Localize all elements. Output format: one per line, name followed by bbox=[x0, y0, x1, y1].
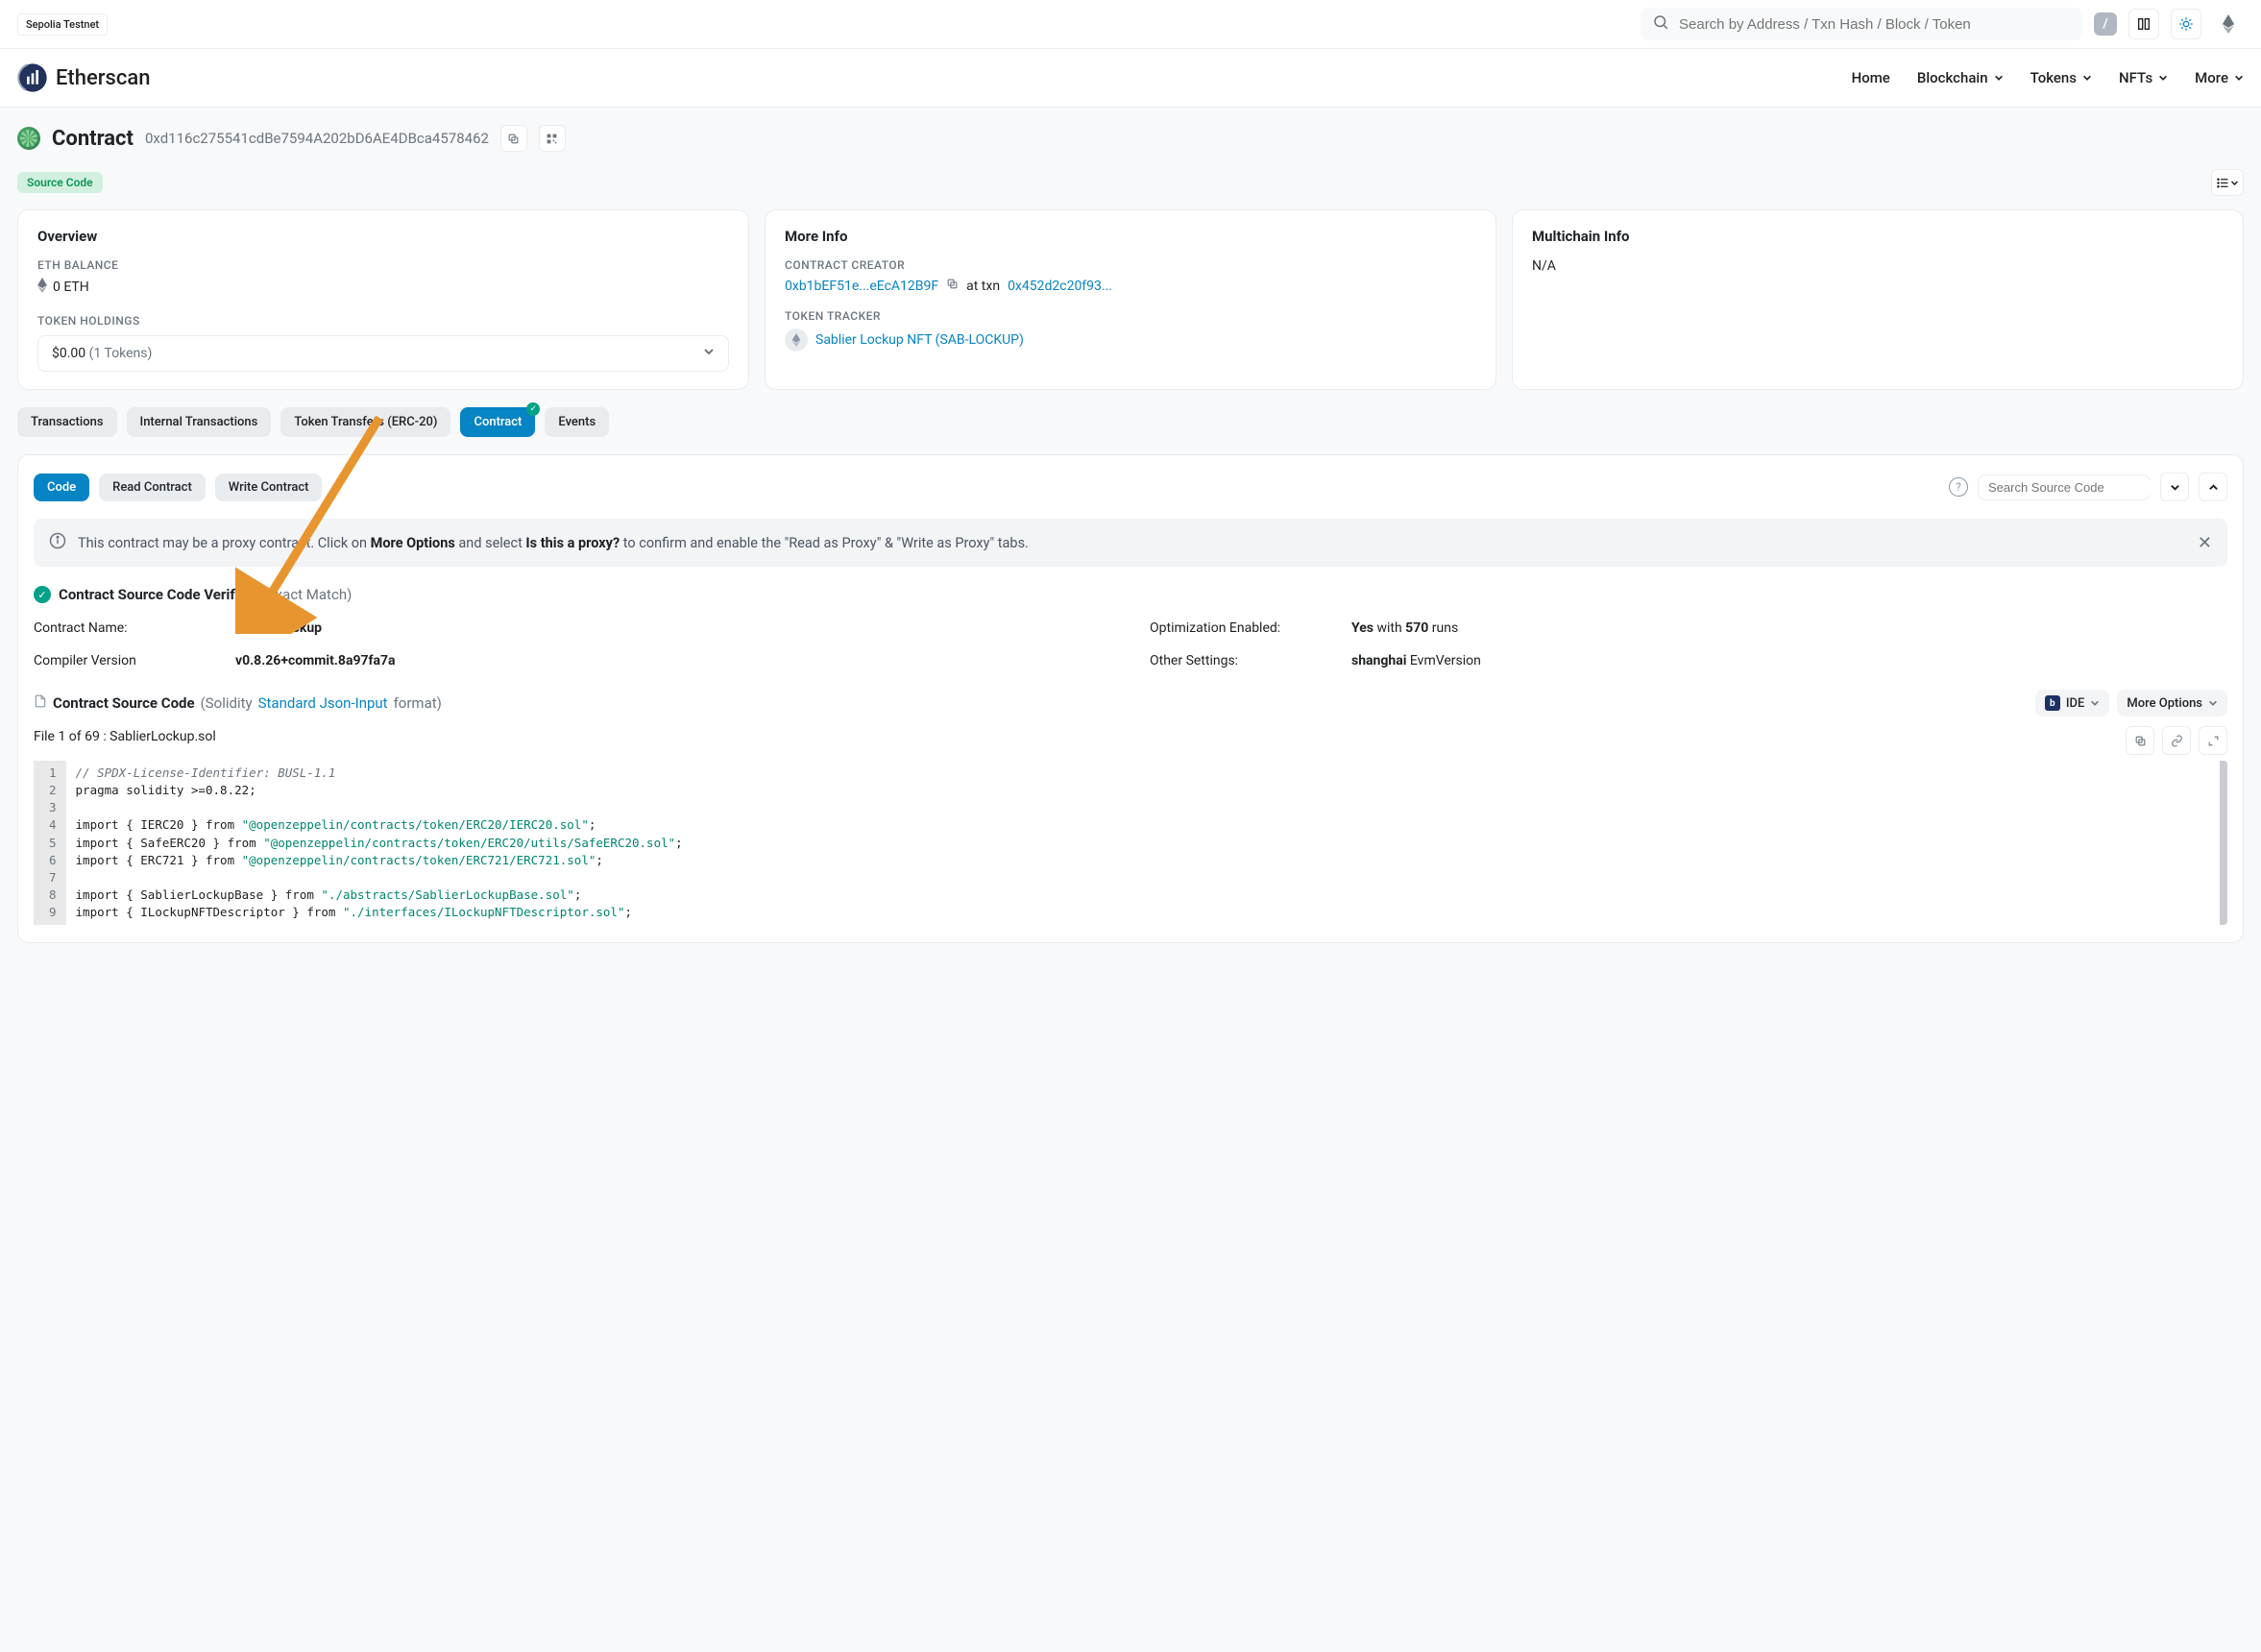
eth-icon[interactable] bbox=[2213, 9, 2244, 39]
optimization-label: Optimization Enabled: bbox=[1150, 620, 1351, 636]
search-prev-button[interactable] bbox=[2199, 473, 2227, 501]
overview-card: Overview ETH BALANCE 0 ETH TOKEN HOLDING… bbox=[17, 209, 749, 390]
contract-identicon bbox=[17, 127, 40, 150]
chevron-down-icon bbox=[1994, 69, 2004, 86]
search-kbd: / bbox=[2094, 12, 2117, 36]
at-txn-label: at txn bbox=[966, 279, 1000, 294]
code-gutter: 123456789 bbox=[34, 761, 66, 925]
multichain-heading: Multichain Info bbox=[1532, 228, 2224, 245]
view-options-button[interactable] bbox=[2211, 169, 2244, 196]
verified-label: Contract Source Code Verified bbox=[59, 586, 255, 603]
qr-button[interactable] bbox=[539, 125, 566, 152]
copy-code-button[interactable] bbox=[2126, 726, 2154, 755]
eth-diamond-icon bbox=[37, 278, 47, 297]
theme-icon[interactable] bbox=[2171, 9, 2201, 39]
chevron-down-icon bbox=[703, 346, 715, 361]
brand-logo[interactable]: Etherscan bbox=[17, 62, 150, 93]
tab-transfers[interactable]: Token Transfers (ERC-20) bbox=[280, 407, 450, 437]
search-next-button[interactable] bbox=[2160, 473, 2189, 501]
tab-internal[interactable]: Internal Transactions bbox=[127, 407, 272, 437]
creator-address-link[interactable]: 0xb1bEF51e...eEcA12B9F bbox=[785, 279, 938, 294]
subtab-write[interactable]: Write Contract bbox=[215, 474, 323, 501]
chevron-down-icon bbox=[2082, 69, 2092, 86]
nav-nfts[interactable]: NFTs bbox=[2119, 69, 2168, 86]
close-notice-button[interactable]: ✕ bbox=[2198, 533, 2212, 553]
code-content: // SPDX-License-Identifier: BUSL-1.1 pra… bbox=[66, 761, 2220, 925]
other-settings-value: shanghai EvmVersion bbox=[1351, 653, 1481, 668]
docs-icon[interactable] bbox=[2128, 9, 2159, 39]
search-input[interactable] bbox=[1679, 16, 2071, 33]
tab-transactions[interactable]: Transactions bbox=[17, 407, 117, 437]
optimization-value: Yes with 570 runs bbox=[1351, 620, 1458, 636]
contract-name-label: Contract Name: bbox=[34, 620, 235, 636]
search-icon bbox=[1652, 13, 1669, 35]
multichain-value: N/A bbox=[1532, 258, 2224, 274]
source-search-input[interactable] bbox=[1988, 480, 2157, 495]
balance-label: ETH BALANCE bbox=[37, 258, 729, 272]
verified-match: (Exact Match) bbox=[262, 586, 352, 603]
compiler-label: Compiler Version bbox=[34, 653, 235, 668]
more-info-heading: More Info bbox=[785, 228, 1476, 245]
compiler-value: v0.8.26+commit.8a97fa7a bbox=[235, 653, 396, 668]
source-code-title: Contract Source Code bbox=[53, 694, 195, 712]
help-icon[interactable]: ? bbox=[1949, 477, 1968, 497]
global-search[interactable] bbox=[1641, 8, 2082, 40]
holdings-label: TOKEN HOLDINGS bbox=[37, 314, 729, 328]
source-code-badge[interactable]: Source Code bbox=[17, 172, 103, 193]
tracker-label: TOKEN TRACKER bbox=[785, 309, 1476, 323]
ide-logo-icon: b bbox=[2045, 695, 2060, 711]
permalink-button[interactable] bbox=[2162, 726, 2191, 755]
creator-txn-link[interactable]: 0x452d2c20f93... bbox=[1008, 279, 1112, 294]
overview-heading: Overview bbox=[37, 228, 729, 245]
ide-dropdown[interactable]: bIDE bbox=[2035, 690, 2110, 717]
creator-label: CONTRACT CREATOR bbox=[785, 258, 1476, 272]
json-input-link[interactable]: Standard Json-Input bbox=[258, 694, 388, 712]
subtab-code[interactable]: Code bbox=[34, 474, 89, 501]
verified-check-icon: ✓ bbox=[526, 402, 540, 416]
brand-name: Etherscan bbox=[56, 66, 150, 90]
more-info-card: More Info CONTRACT CREATOR 0xb1bEF51e...… bbox=[765, 209, 1496, 390]
verified-check-icon: ✓ bbox=[34, 586, 51, 603]
contract-name-value: SablierLockup bbox=[235, 620, 322, 636]
token-icon bbox=[785, 328, 808, 352]
balance-value: 0 ETH bbox=[53, 279, 89, 295]
page-title: Contract bbox=[52, 127, 134, 151]
tab-events[interactable]: Events bbox=[545, 407, 609, 437]
info-icon bbox=[49, 532, 66, 553]
other-settings-label: Other Settings: bbox=[1150, 653, 1351, 668]
etherscan-logo-icon bbox=[17, 62, 48, 93]
contract-address: 0xd116c275541cdBe7594A202bD6AE4DBca45784… bbox=[145, 130, 489, 147]
chevron-down-icon bbox=[2234, 69, 2244, 86]
file-counter: File 1 of 69 : SablierLockup.sol bbox=[34, 729, 216, 744]
source-search-field[interactable] bbox=[1978, 474, 2151, 500]
token-holdings-dropdown[interactable]: $0.00 (1 Tokens) bbox=[37, 335, 729, 372]
more-options-dropdown[interactable]: More Options bbox=[2117, 690, 2227, 717]
multichain-card: Multichain Info N/A bbox=[1512, 209, 2244, 390]
copy-creator-button[interactable] bbox=[946, 278, 959, 294]
token-tracker-link[interactable]: Sablier Lockup NFT (SAB-LOCKUP) bbox=[815, 332, 1024, 348]
nav-blockchain[interactable]: Blockchain bbox=[1917, 69, 2004, 86]
nav-more[interactable]: More bbox=[2195, 69, 2244, 86]
testnet-badge[interactable]: Sepolia Testnet bbox=[17, 13, 108, 36]
subtab-read[interactable]: Read Contract bbox=[99, 474, 206, 501]
expand-button[interactable] bbox=[2199, 726, 2227, 755]
file-icon bbox=[34, 693, 47, 713]
proxy-notice: This contract may be a proxy contract. C… bbox=[34, 519, 2227, 567]
code-editor[interactable]: 123456789 // SPDX-License-Identifier: BU… bbox=[34, 761, 2227, 925]
nav-home[interactable]: Home bbox=[1852, 69, 1890, 86]
chevron-down-icon bbox=[2158, 69, 2168, 86]
tab-contract[interactable]: Contract✓ bbox=[460, 407, 535, 437]
copy-address-button[interactable] bbox=[500, 125, 527, 152]
nav-tokens[interactable]: Tokens bbox=[2030, 69, 2092, 86]
